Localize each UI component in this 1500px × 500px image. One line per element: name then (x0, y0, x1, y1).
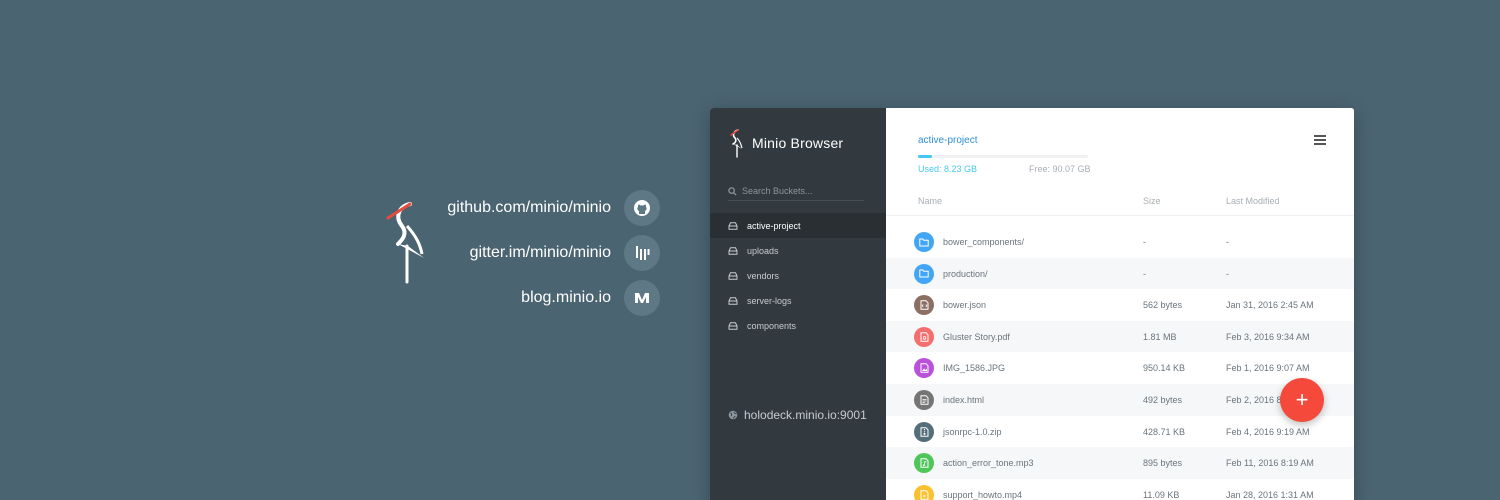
drive-icon (728, 221, 738, 230)
drive-icon (728, 271, 738, 280)
medium-icon[interactable] (624, 280, 660, 316)
file-size: 562 bytes (1143, 300, 1183, 311)
file-list: bower_components/ - - production/ - - bower.js… (886, 226, 1354, 500)
github-link[interactable]: github.com/minio/minio (420, 190, 660, 226)
used-storage: Used: 8.23 GB (918, 164, 978, 174)
host-address: holodeck.minio.io:9001 (744, 408, 867, 422)
stage: github.com/minio/minio gitter.im/minio/m… (0, 0, 1500, 500)
add-button[interactable]: + (1280, 378, 1324, 422)
audio-file-icon[interactable] (914, 453, 934, 474)
bucket-search[interactable] (728, 182, 864, 201)
column-name[interactable]: Name (918, 196, 942, 206)
video-file-icon[interactable] (914, 484, 934, 500)
bucket-label: server-logs (747, 295, 792, 306)
minio-logo-icon (730, 129, 743, 158)
file-size: 895 bytes (1143, 458, 1183, 469)
folder-icon[interactable] (914, 232, 934, 252)
file-modified: Jan 28, 2016 1:31 AM (1226, 489, 1314, 500)
table-row[interactable]: production/ - - (886, 257, 1354, 290)
file-modified: Jan 31, 2016 2:45 AM (1226, 300, 1314, 311)
brand: Minio Browser (728, 128, 843, 158)
globe-icon (728, 410, 738, 420)
file-name[interactable]: IMG_1586.JPG (943, 363, 1005, 373)
github-icon[interactable] (624, 190, 660, 226)
sidebar-item-components[interactable]: components (710, 313, 886, 338)
file-name[interactable]: jsonrpc-1.0.zip (943, 427, 1002, 437)
file-size: 492 bytes (1143, 394, 1183, 405)
pdf-file-icon[interactable] (914, 326, 934, 347)
table-row[interactable]: bower.json 562 bytes Jan 31, 2016 2:45 AM (886, 289, 1354, 321)
plus-icon: + (1295, 387, 1309, 412)
file-size: 950.14 KB (1143, 363, 1186, 374)
sidebar-item-vendors[interactable]: vendors (710, 263, 886, 288)
usage-bar-fill (918, 155, 932, 158)
sidebar-item-server-logs[interactable]: server-logs (710, 288, 886, 313)
gitter-link[interactable]: gitter.im/minio/minio (420, 235, 660, 271)
search-input[interactable] (742, 186, 860, 196)
file-name[interactable]: action_error_tone.mp3 (943, 458, 1034, 468)
main-panel: active-project Used: 8.23 GB Free: 90.07… (886, 108, 1354, 500)
file-size: 428.71 KB (1143, 426, 1186, 437)
github-link-text[interactable]: github.com/minio/minio (447, 199, 611, 217)
folder-icon[interactable] (914, 263, 934, 284)
column-size[interactable]: Size (1143, 196, 1161, 206)
bucket-list: active-project uploads vendors server-lo… (710, 213, 886, 338)
image-file-icon[interactable] (914, 358, 934, 379)
sidebar: Minio Browser active-project uploads (710, 108, 886, 500)
file-modified: Feb 2, 2016 8 (1226, 394, 1282, 405)
table-header: Name Size Last Modified (886, 193, 1354, 216)
brand-title: Minio Browser (752, 135, 844, 151)
bucket-label: vendors (747, 270, 780, 281)
text-file-icon[interactable] (914, 389, 934, 410)
blog-link-text[interactable]: blog.minio.io (521, 289, 611, 307)
table-row[interactable]: action_error_tone.mp3 895 bytes Feb 11, 20… (886, 447, 1354, 479)
drive-icon (728, 296, 738, 305)
file-modified: Feb 1, 2016 9:07 AM (1226, 363, 1310, 374)
table-row[interactable]: bower_components/ - - (886, 226, 1354, 258)
file-modified: - (1226, 268, 1229, 279)
file-name[interactable]: production/ (943, 269, 988, 279)
bucket-label: active-project (747, 220, 801, 231)
table-row[interactable]: support_howto.mp4 11.09 KB Jan 28, 2016 1:… (886, 479, 1354, 500)
column-modified[interactable]: Last Modified (1226, 196, 1280, 206)
menu-icon[interactable] (1314, 135, 1326, 147)
file-size: - (1143, 237, 1146, 247)
file-name[interactable]: support_howto.mp4 (943, 490, 1022, 500)
file-name[interactable]: bower.json (943, 300, 986, 310)
gitter-link-text[interactable]: gitter.im/minio/minio (470, 244, 611, 262)
promo-links: github.com/minio/minio gitter.im/minio/m… (420, 190, 660, 325)
usage-bar (918, 155, 1088, 158)
table-row[interactable]: IMG_1586.JPG 950.14 KB Feb 1, 2016 9:07 AM (886, 352, 1354, 384)
bucket-label: components (747, 320, 797, 331)
file-modified: Feb 4, 2016 9:19 AM (1226, 426, 1310, 437)
sidebar-item-active-project[interactable]: active-project (710, 213, 886, 238)
file-modified: Feb 3, 2016 9:34 AM (1226, 331, 1310, 342)
file-size: 1.81 MB (1143, 331, 1177, 342)
file-name[interactable]: index.html (943, 395, 984, 405)
sidebar-item-uploads[interactable]: uploads (710, 238, 886, 263)
file-modified: Feb 11, 2016 8:19 AM (1226, 458, 1314, 469)
code-file-icon[interactable] (914, 295, 934, 316)
file-name[interactable]: bower_components/ (943, 237, 1024, 247)
drive-icon (728, 246, 738, 255)
bucket-label: uploads (747, 245, 779, 256)
search-icon (728, 186, 737, 196)
table-row[interactable]: jsonrpc-1.0.zip 428.71 KB Feb 4, 2016 9:19… (886, 416, 1354, 448)
zip-file-icon[interactable] (914, 421, 934, 442)
blog-link[interactable]: blog.minio.io (420, 280, 660, 316)
table-row[interactable]: Gluster Story.pdf 1.81 MB Feb 3, 2016 9:34… (886, 320, 1354, 353)
free-storage: Free: 90.07 GB (1029, 164, 1091, 174)
gitter-icon[interactable] (624, 235, 660, 271)
browser-window: Minio Browser active-project uploads (710, 108, 1354, 500)
file-size: - (1143, 268, 1146, 279)
file-modified: - (1226, 237, 1229, 247)
current-bucket: active-project (918, 135, 978, 146)
file-name[interactable]: Gluster Story.pdf (943, 332, 1010, 342)
drive-icon (728, 321, 738, 330)
file-size: 11.09 KB (1143, 489, 1180, 500)
host-info: holodeck.minio.io:9001 (728, 408, 867, 422)
